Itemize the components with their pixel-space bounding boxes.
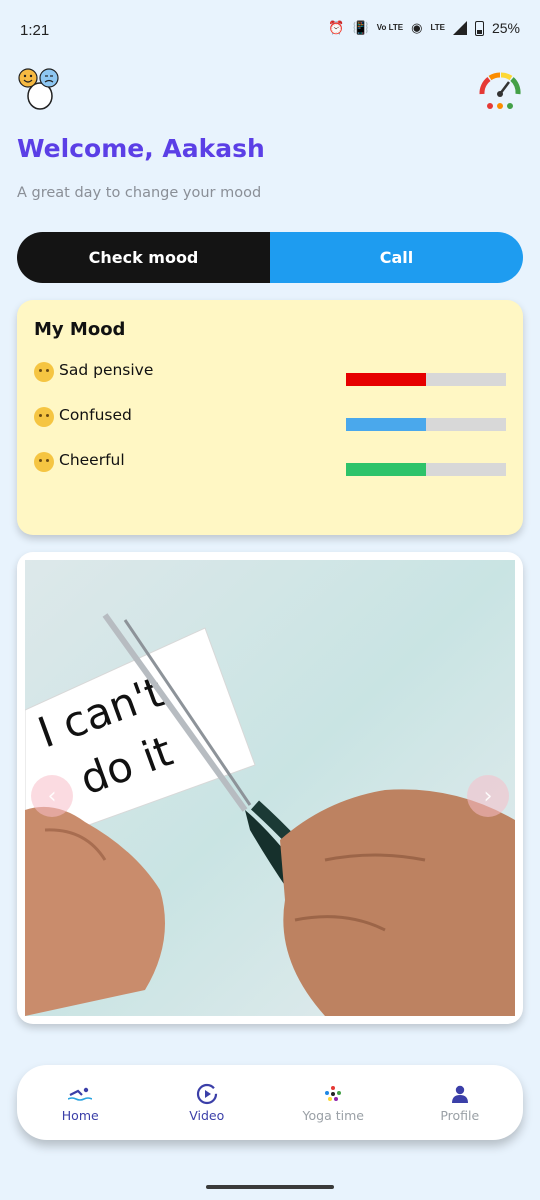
- hotspot-icon: ◉: [411, 20, 423, 35]
- nav-video[interactable]: Video: [144, 1065, 271, 1140]
- mood-meter-icon[interactable]: [476, 68, 524, 112]
- nav-label: Home: [61, 1107, 99, 1123]
- mood-label: Confused: [59, 406, 132, 424]
- nav-label: Profile: [440, 1107, 480, 1123]
- battery-percent: 25%: [491, 20, 520, 36]
- play-circle-icon: [196, 1083, 218, 1105]
- signal-icon: [452, 21, 467, 35]
- carousel-image[interactable]: I can't do it ‹ ›: [25, 560, 515, 1016]
- mood-label: Sad pensive: [59, 361, 154, 379]
- my-mood-title: My Mood: [34, 319, 126, 340]
- confused-face-icon: [34, 407, 54, 427]
- alarm-icon: ⏰: [328, 20, 345, 35]
- yoga-dots-icon: [322, 1083, 344, 1105]
- mood-level-fill: [346, 463, 426, 476]
- motivation-carousel: I can't do it ‹ ›: [17, 552, 523, 1024]
- mood-level-bar: [346, 373, 506, 386]
- mood-row-cheerful: Cheerful: [34, 451, 506, 476]
- status-time: 1:21: [20, 22, 50, 39]
- nav-home[interactable]: Home: [17, 1065, 144, 1140]
- mood-level-fill: [346, 373, 426, 386]
- mood-level-fill: [346, 418, 426, 431]
- mood-row-sad-pensive: Sad pensive: [34, 361, 506, 386]
- home-indicator[interactable]: [206, 1185, 334, 1189]
- mood-row-confused: Confused: [34, 406, 506, 431]
- swimmer-icon: [68, 1083, 93, 1105]
- welcome-title: Welcome, Aakash: [17, 134, 265, 163]
- mood-label: Cheerful: [59, 451, 125, 469]
- my-mood-card: My Mood Sad pensive Confused Cheerful: [17, 300, 523, 535]
- carousel-prev-button[interactable]: ‹: [31, 775, 73, 817]
- check-mood-button[interactable]: Check mood: [17, 232, 270, 283]
- scissors-cutting-card-image: I can't do it: [25, 560, 515, 1016]
- carousel-next-button[interactable]: ›: [467, 775, 509, 817]
- app-logo-faces-icon: [18, 68, 59, 110]
- person-icon: [450, 1083, 470, 1105]
- lte-icon: LTE: [430, 23, 445, 32]
- nav-profile[interactable]: Profile: [397, 1065, 524, 1140]
- kissing-face-icon: [34, 452, 54, 472]
- mood-level-bar: [346, 418, 506, 431]
- status-icons: ⏰ 📳 Vo LTE ◉ LTE 25%: [328, 20, 520, 36]
- volte-icon: Vo LTE: [376, 23, 404, 32]
- battery-icon: [474, 20, 484, 36]
- nav-label: Yoga time: [302, 1107, 364, 1123]
- welcome-subtitle: A great day to change your mood: [17, 185, 262, 201]
- pensive-face-icon: [34, 362, 54, 382]
- nav-label: Video: [189, 1107, 225, 1123]
- bottom-navigation: Home Video Yoga time Profile: [17, 1065, 523, 1140]
- mood-level-bar: [346, 463, 506, 476]
- status-bar: 1:21 ⏰ 📳 Vo LTE ◉ LTE 25%: [0, 0, 540, 62]
- nav-yoga-time[interactable]: Yoga time: [270, 1065, 397, 1140]
- call-button[interactable]: Call: [270, 232, 523, 283]
- vibrate-icon: 📳: [352, 20, 369, 35]
- action-buttons: Check mood Call: [17, 232, 523, 283]
